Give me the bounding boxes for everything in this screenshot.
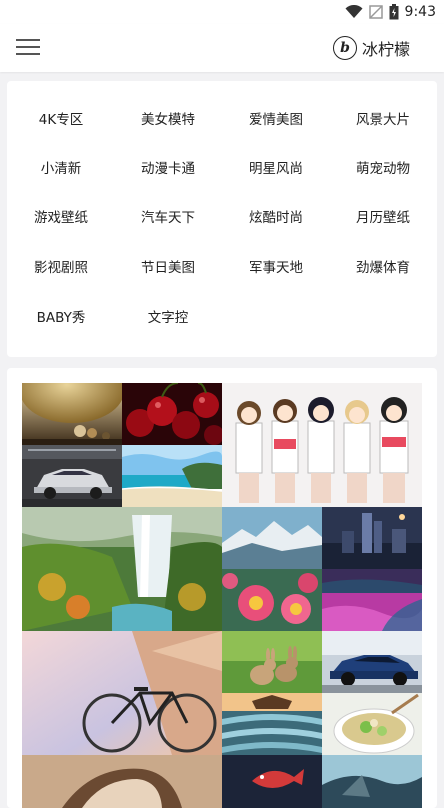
scifi-city-image bbox=[322, 507, 422, 569]
wallpaper-bottom-fish[interactable] bbox=[222, 755, 322, 808]
rice-terraces-image bbox=[222, 693, 322, 755]
category-row: 小清新 动漫卡通 明星风尚 萌宠动物 bbox=[7, 154, 437, 184]
battery-icon bbox=[389, 4, 399, 20]
wallpaper-rice-terraces[interactable] bbox=[222, 693, 322, 755]
rabbits-image bbox=[222, 631, 322, 693]
category-item[interactable]: 4K专区 bbox=[7, 105, 115, 135]
category-item[interactable]: 军事天地 bbox=[222, 253, 330, 283]
planets-image bbox=[22, 383, 122, 445]
category-row: 影视剧照 节日美图 军事天地 劲爆体育 bbox=[7, 253, 437, 283]
wallpaper-pink-flowers[interactable] bbox=[222, 569, 322, 631]
gallery-card bbox=[7, 368, 437, 808]
wallpaper-rabbits[interactable] bbox=[222, 631, 322, 693]
wallpaper-sports-car[interactable] bbox=[22, 445, 122, 507]
wallpaper-bottom-right[interactable] bbox=[322, 755, 422, 808]
no-signal-icon bbox=[368, 5, 383, 19]
anime-girls-image bbox=[222, 383, 422, 507]
category-row: 4K专区 美女模特 爱情美图 风景大片 bbox=[7, 105, 437, 135]
menu-icon bbox=[16, 39, 40, 41]
category-item[interactable]: 小清新 bbox=[7, 154, 115, 184]
category-card: 4K专区 美女模特 爱情美图 风景大片 小清新 动漫卡通 明星风尚 萌宠动物 游戏壁纸 汽车天下炫… bbox=[7, 81, 437, 357]
app-bar: b 冰柠檬 bbox=[0, 24, 444, 72]
wallpaper-blue-car[interactable] bbox=[322, 631, 422, 693]
bottom-right-image bbox=[322, 755, 422, 808]
category-item[interactable]: 爱情美图 bbox=[222, 105, 330, 135]
wallpaper-waterfall[interactable] bbox=[22, 507, 222, 631]
wallpaper-soup-bowl[interactable] bbox=[322, 693, 422, 755]
blue-car-image bbox=[322, 631, 422, 693]
brand: b 冰柠檬 bbox=[332, 36, 410, 60]
waterfall-image bbox=[22, 507, 222, 631]
bottom-left-image bbox=[22, 755, 222, 808]
brand-name: 冰柠檬 bbox=[361, 40, 410, 59]
category-item[interactable]: 炫酷时尚 bbox=[222, 203, 330, 233]
category-item[interactable]: 节日美图 bbox=[114, 253, 222, 283]
menu-button[interactable] bbox=[14, 36, 42, 60]
wallpaper-scifi-city[interactable] bbox=[322, 507, 422, 569]
wallpaper-planets[interactable] bbox=[22, 383, 122, 445]
bicycle-image bbox=[22, 631, 222, 755]
category-item[interactable]: 劲爆体育 bbox=[329, 253, 437, 283]
category-item[interactable]: 美女模特 bbox=[114, 105, 222, 135]
category-item[interactable]: 动漫卡通 bbox=[114, 154, 222, 184]
clock: 9:43 bbox=[404, 4, 436, 20]
category-item[interactable]: 影视剧照 bbox=[7, 253, 115, 283]
category-item[interactable]: 风景大片 bbox=[329, 105, 437, 135]
beach-image bbox=[122, 445, 222, 507]
sports-car-image bbox=[22, 445, 122, 507]
category-item[interactable]: 明星风尚 bbox=[222, 154, 330, 184]
purple-field-image bbox=[322, 569, 422, 631]
wallpaper-anime-girls[interactable] bbox=[222, 383, 422, 507]
category-item[interactable]: 月历壁纸 bbox=[329, 203, 437, 233]
category-row: 游戏壁纸 汽车天下 炫酷时尚 月历壁纸 bbox=[7, 203, 437, 233]
wallpaper-beach[interactable] bbox=[122, 445, 222, 507]
category-item[interactable]: 萌宠动物 bbox=[329, 154, 437, 184]
brand-logo: b bbox=[332, 36, 357, 60]
status-bar: 9:43 bbox=[0, 0, 444, 24]
category-item[interactable]: 汽车天下 bbox=[114, 203, 222, 233]
wallpaper-purple-field[interactable] bbox=[322, 569, 422, 631]
wallpaper-bottom-left[interactable] bbox=[22, 755, 222, 808]
menu-icon-line bbox=[16, 46, 40, 48]
bottom-fish-image bbox=[222, 755, 322, 808]
wallpaper-bicycle[interactable] bbox=[22, 631, 222, 755]
wifi-icon bbox=[345, 5, 363, 18]
menu-icon-line bbox=[16, 53, 40, 55]
category-item[interactable]: 文字控 bbox=[114, 303, 222, 333]
wallpaper-snow-mountains[interactable] bbox=[222, 507, 322, 569]
category-row: BABY秀 文字控 bbox=[7, 303, 437, 333]
category-item[interactable]: 游戏壁纸 bbox=[7, 203, 115, 233]
pink-flowers-image bbox=[222, 569, 322, 631]
category-item[interactable]: BABY秀 bbox=[7, 303, 115, 333]
soup-bowl-image bbox=[322, 693, 422, 755]
wallpaper-cherries[interactable] bbox=[122, 383, 222, 445]
snow-mountains-image bbox=[222, 507, 322, 569]
cherries-image bbox=[122, 383, 222, 445]
